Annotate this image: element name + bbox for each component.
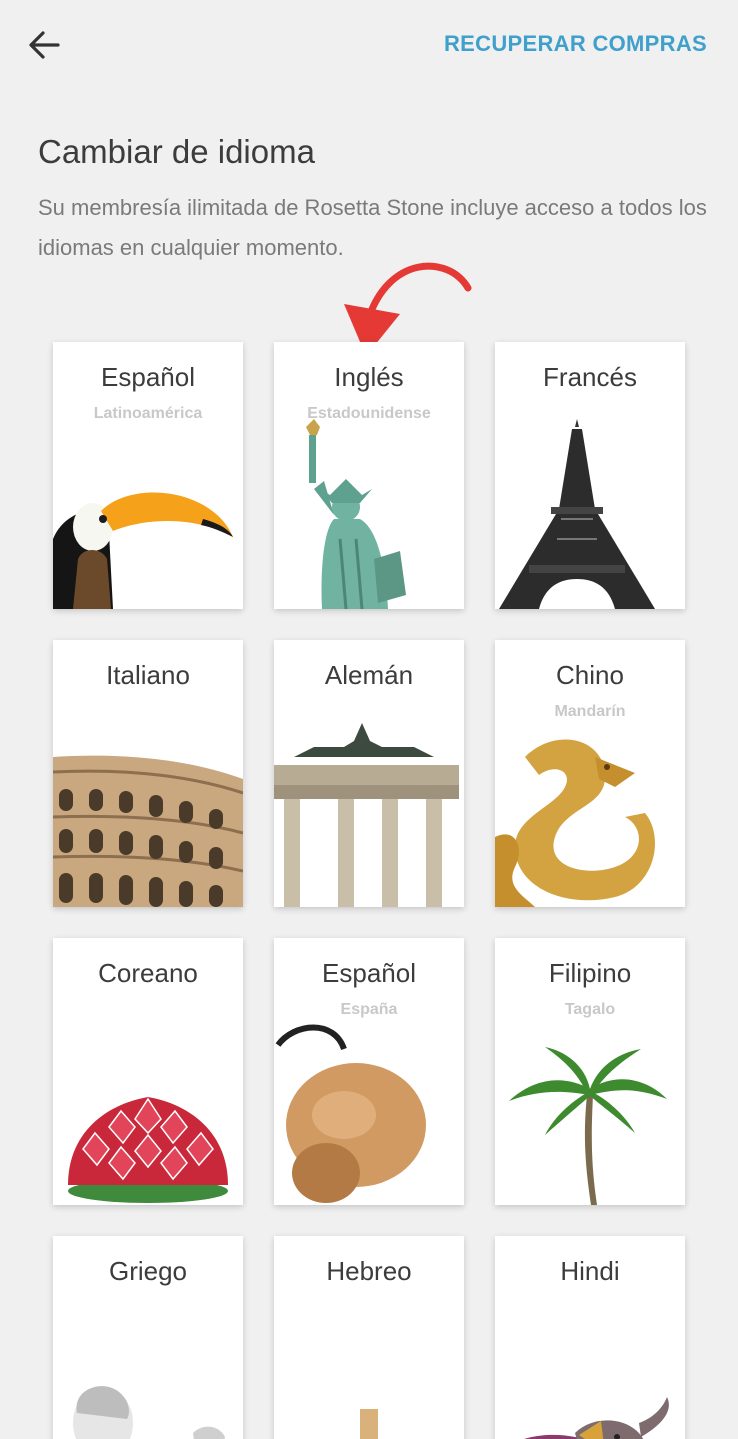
brandenburg-gate-icon bbox=[274, 717, 464, 907]
language-card-espanol-latinoamerica[interactable]: Español Latinoamérica bbox=[53, 342, 243, 609]
eiffel-tower-icon bbox=[495, 419, 685, 609]
language-grid: Español Latinoamérica Inglés Estadounide… bbox=[0, 0, 738, 1439]
palm-tree-icon bbox=[495, 1015, 685, 1205]
language-card-chino[interactable]: Chino Mandarín bbox=[495, 640, 685, 907]
language-name: Inglés bbox=[334, 362, 404, 392]
language-card-hebreo[interactable]: Hebreo bbox=[274, 1236, 464, 1439]
language-card-italiano[interactable]: Italiano bbox=[53, 640, 243, 907]
language-card-hindi[interactable]: Hindi bbox=[495, 1236, 685, 1439]
language-name: Español bbox=[101, 362, 195, 392]
language-card-espanol-espana[interactable]: Español España bbox=[274, 938, 464, 1205]
language-name: Filipino bbox=[548, 958, 632, 988]
language-card-filipino[interactable]: Filipino Tagalo bbox=[495, 938, 685, 1205]
language-card-griego[interactable]: Griego bbox=[53, 1236, 243, 1439]
dreidel-icon bbox=[274, 1313, 464, 1439]
language-name: Coreano bbox=[98, 958, 198, 988]
language-name: Hebreo bbox=[326, 1256, 412, 1286]
language-name: Español bbox=[322, 958, 416, 988]
golden-dragon-icon bbox=[495, 717, 685, 907]
greek-statue-icon bbox=[53, 1313, 243, 1439]
decorated-elephant-icon bbox=[495, 1313, 685, 1439]
lotus-lantern-icon bbox=[53, 1015, 243, 1205]
language-name: Chino bbox=[556, 660, 624, 690]
language-card-aleman[interactable]: Alemán bbox=[274, 640, 464, 907]
statue-of-liberty-icon bbox=[274, 419, 464, 609]
toucan-icon bbox=[53, 419, 243, 609]
colosseum-icon bbox=[53, 717, 243, 907]
language-name: Alemán bbox=[324, 660, 414, 690]
language-name: Italiano bbox=[106, 660, 190, 690]
language-card-ingles[interactable]: Inglés Estadounidense bbox=[274, 342, 464, 609]
language-name: Griego bbox=[108, 1256, 188, 1286]
language-name: Hindi bbox=[560, 1256, 620, 1286]
language-card-coreano[interactable]: Coreano bbox=[53, 938, 243, 1205]
language-card-frances[interactable]: Francés bbox=[495, 342, 685, 609]
language-name: Francés bbox=[543, 362, 637, 392]
castanets-icon bbox=[274, 1015, 464, 1205]
